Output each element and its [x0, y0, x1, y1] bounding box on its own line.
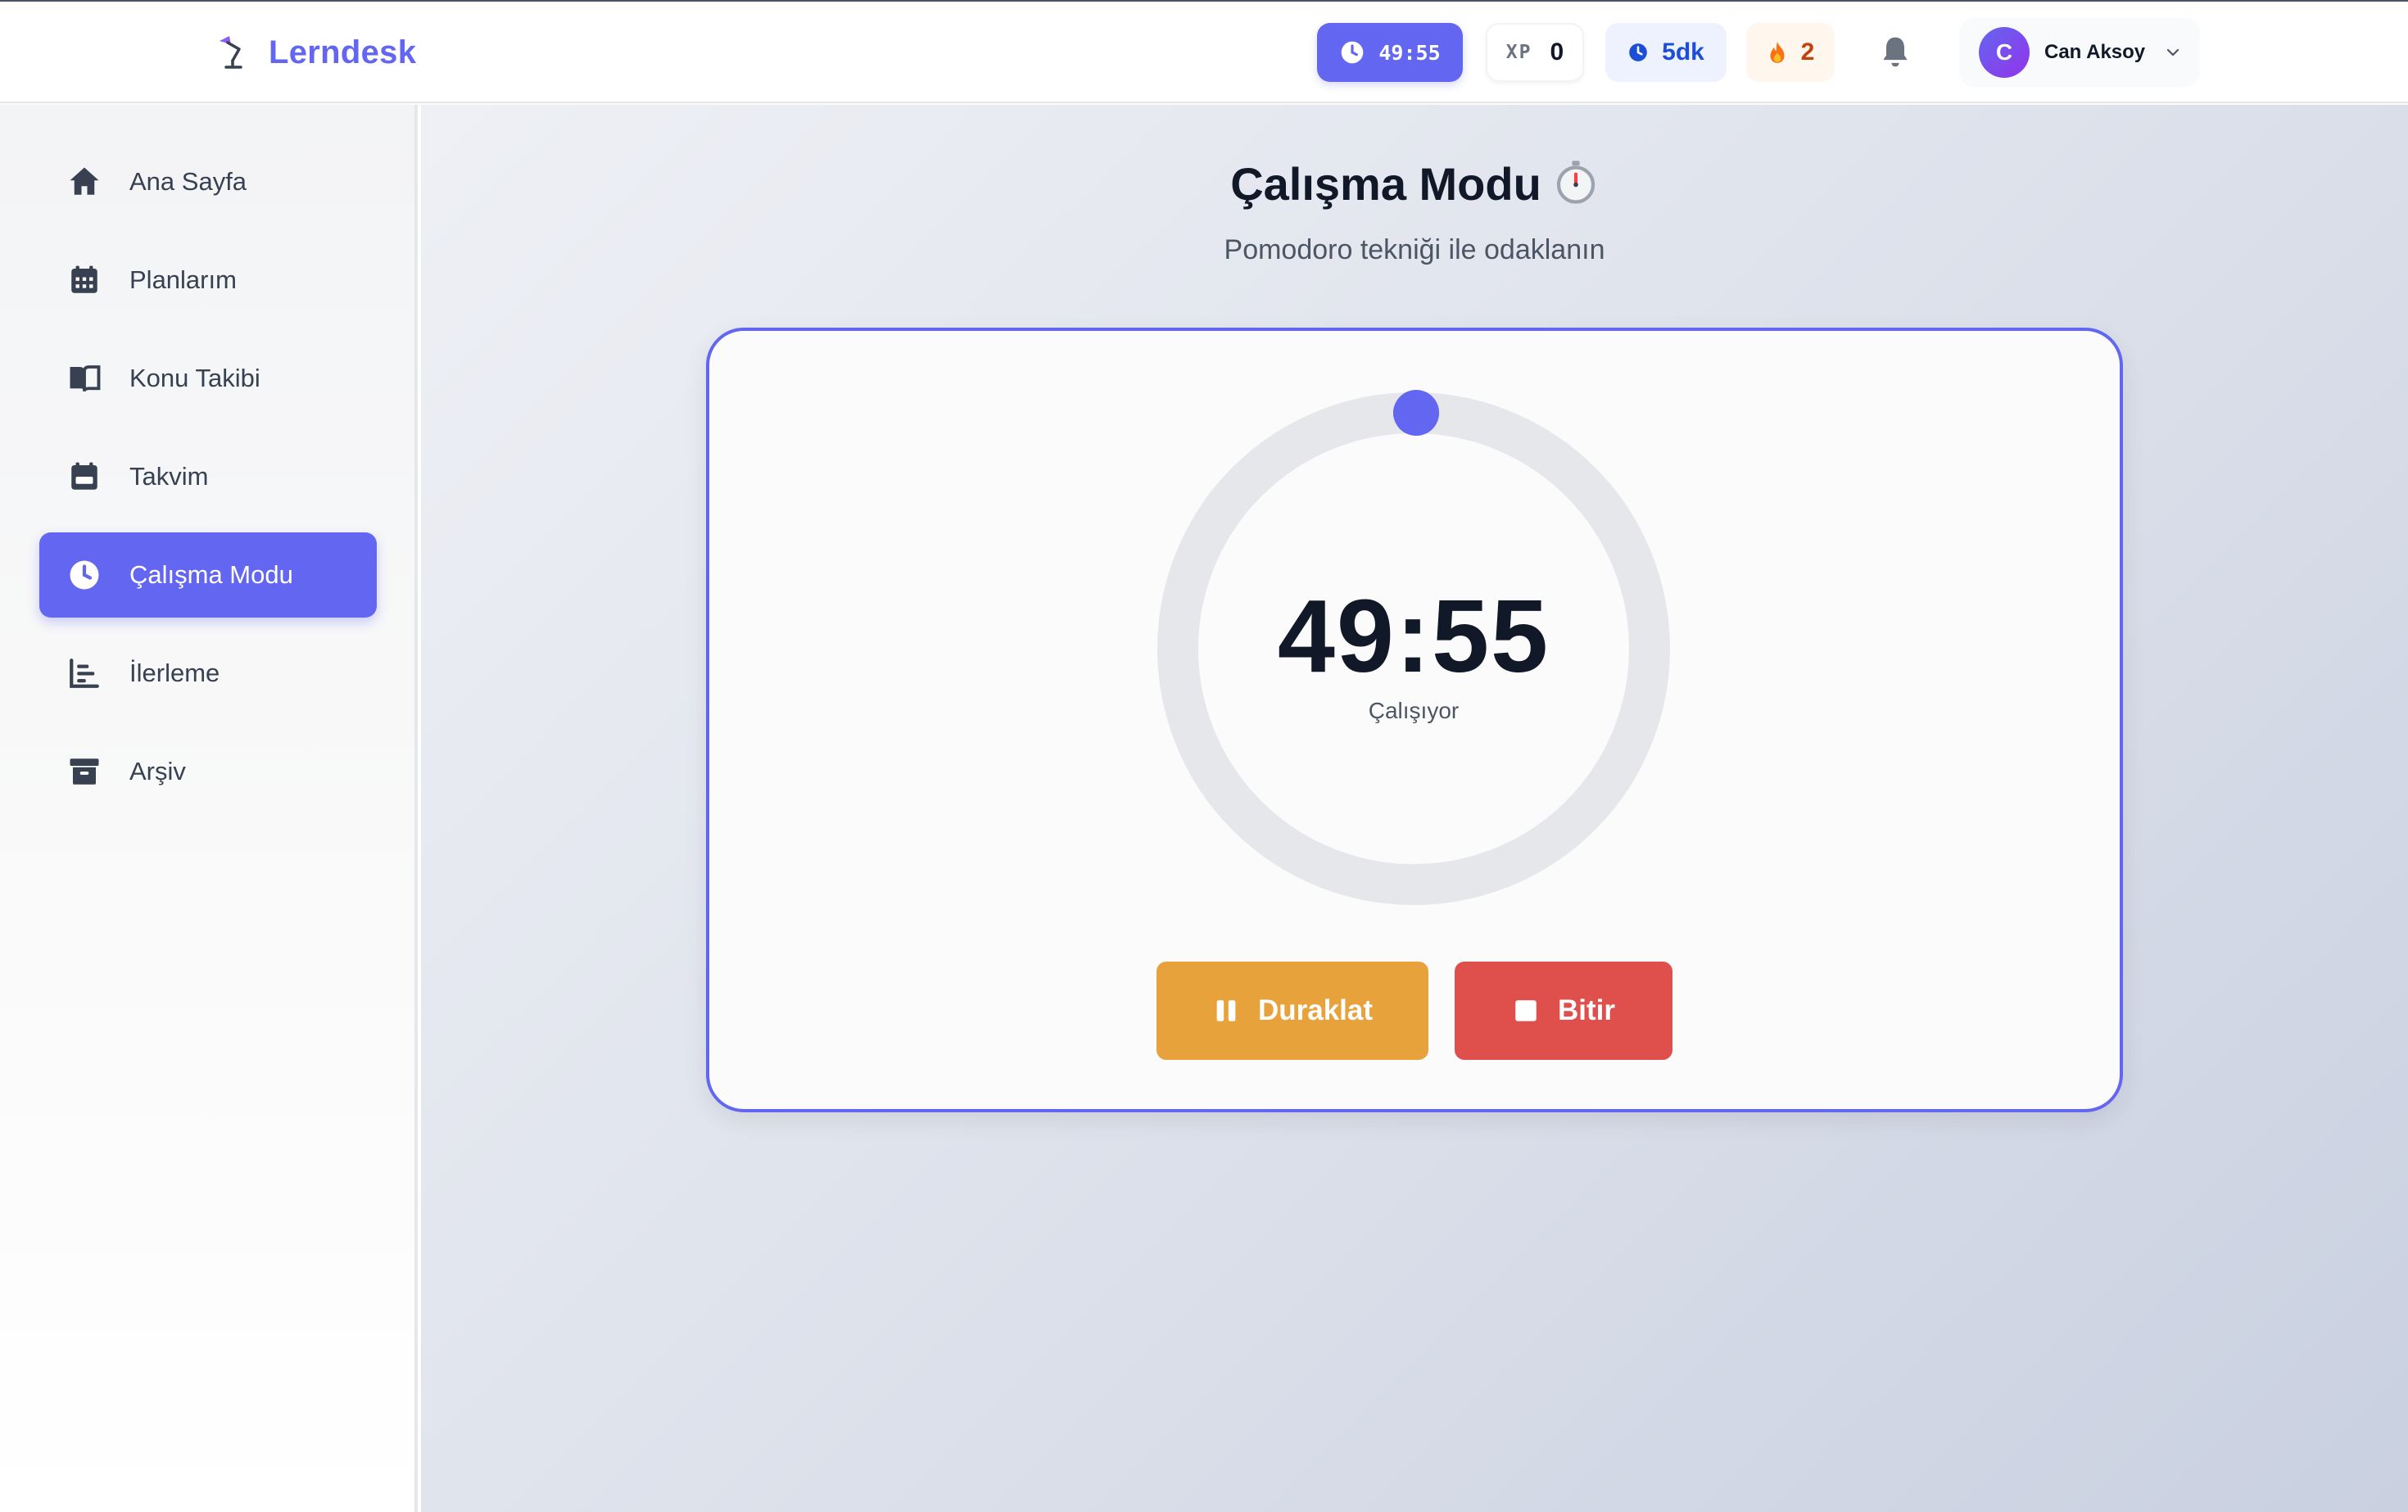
study-minutes-pill[interactable]: 5dk	[1605, 23, 1727, 82]
timer-state: Çalışıyor	[1368, 698, 1460, 723]
stop-button-label: Bitir	[1558, 994, 1615, 1026]
brand-logo[interactable]: Lerndesk	[215, 29, 416, 75]
calendar-icon	[71, 462, 97, 490]
timer-display: 49:55	[1277, 578, 1550, 694]
study-minutes-value: 5dk	[1662, 38, 1704, 66]
page-title: Çalışma Modu	[421, 157, 2408, 211]
sidebar-item-label: Takvim	[129, 462, 209, 491]
stop-button[interactable]: Bitir	[1455, 962, 1672, 1060]
main-content: Çalışma Modu Pomodoro tekniği ile odakla…	[421, 105, 2408, 1512]
sidebar-item-plans[interactable]: Planlarım	[39, 238, 377, 323]
sidebar-item-label: Çalışma Modu	[129, 560, 293, 589]
clock-icon	[70, 560, 99, 590]
sidebar-item-study-mode[interactable]: Çalışma Modu	[39, 532, 377, 618]
sidebar-item-label: Ana Sayfa	[129, 167, 247, 196]
clock-icon	[1342, 41, 1364, 64]
pomodoro-card: 49:55 Çalışıyor Duraklat Bitir	[706, 328, 2123, 1112]
home-icon	[70, 167, 99, 195]
sidebar-item-progress[interactable]: İlerleme	[39, 631, 377, 716]
page-title-text: Çalışma Modu	[1230, 158, 1541, 210]
pause-icon	[1216, 1000, 1236, 1021]
page-subtitle: Pomodoro tekniği ile odaklanın	[1224, 234, 1605, 265]
sidebar-nav: Ana Sayfa Planlarım Konu Takibi Takvim Ç…	[39, 139, 377, 827]
active-timer-pill[interactable]: 49:55	[1317, 23, 1463, 82]
xp-label: XP	[1505, 42, 1532, 63]
sidebar-item-topic-tracking[interactable]: Konu Takibi	[39, 336, 377, 421]
sidebar-item-archive[interactable]: Arşiv	[39, 729, 377, 814]
top-bar: Lerndesk 49:55 XP 0 5dk 2 C Can Aksoy	[0, 2, 2408, 103]
sidebar: Ana Sayfa Planlarım Konu Takibi Takvim Ç…	[0, 105, 418, 1512]
user-menu[interactable]: C Can Aksoy	[1959, 18, 2200, 87]
fire-icon	[1770, 42, 1785, 63]
sidebar-item-label: İlerleme	[129, 659, 220, 687]
calendar-grid-icon	[71, 265, 97, 293]
sidebar-item-label: Konu Takibi	[129, 364, 260, 392]
chart-icon	[70, 659, 99, 688]
timer-progress-knob	[1393, 390, 1440, 437]
sidebar-item-label: Arşiv	[129, 757, 186, 785]
sidebar-item-calendar[interactable]: Takvim	[39, 434, 377, 519]
streak-pill[interactable]: 2	[1746, 23, 1835, 82]
stopwatch-icon	[1556, 161, 1595, 204]
pause-button-label: Duraklat	[1257, 994, 1374, 1026]
active-timer-value: 49:55	[1378, 40, 1441, 65]
streak-value: 2	[1800, 38, 1815, 66]
sidebar-item-label: Planlarım	[129, 265, 237, 294]
brand-name: Lerndesk	[269, 34, 417, 70]
book-icon	[70, 365, 101, 392]
archive-icon	[70, 758, 99, 785]
stop-icon	[1515, 1000, 1537, 1021]
clock-icon	[1629, 43, 1647, 61]
xp-value: 0	[1550, 38, 1564, 66]
sidebar-item-home[interactable]: Ana Sayfa	[39, 139, 377, 224]
pause-button[interactable]: Duraklat	[1156, 962, 1428, 1060]
avatar: C	[1979, 27, 2030, 78]
lamp-logo-icon	[220, 36, 242, 69]
chevron-down-icon	[2167, 48, 2179, 57]
bell-icon[interactable]	[1877, 34, 1913, 70]
user-name: Can Aksoy	[2044, 41, 2146, 63]
xp-pill[interactable]: XP 0	[1486, 23, 1584, 82]
